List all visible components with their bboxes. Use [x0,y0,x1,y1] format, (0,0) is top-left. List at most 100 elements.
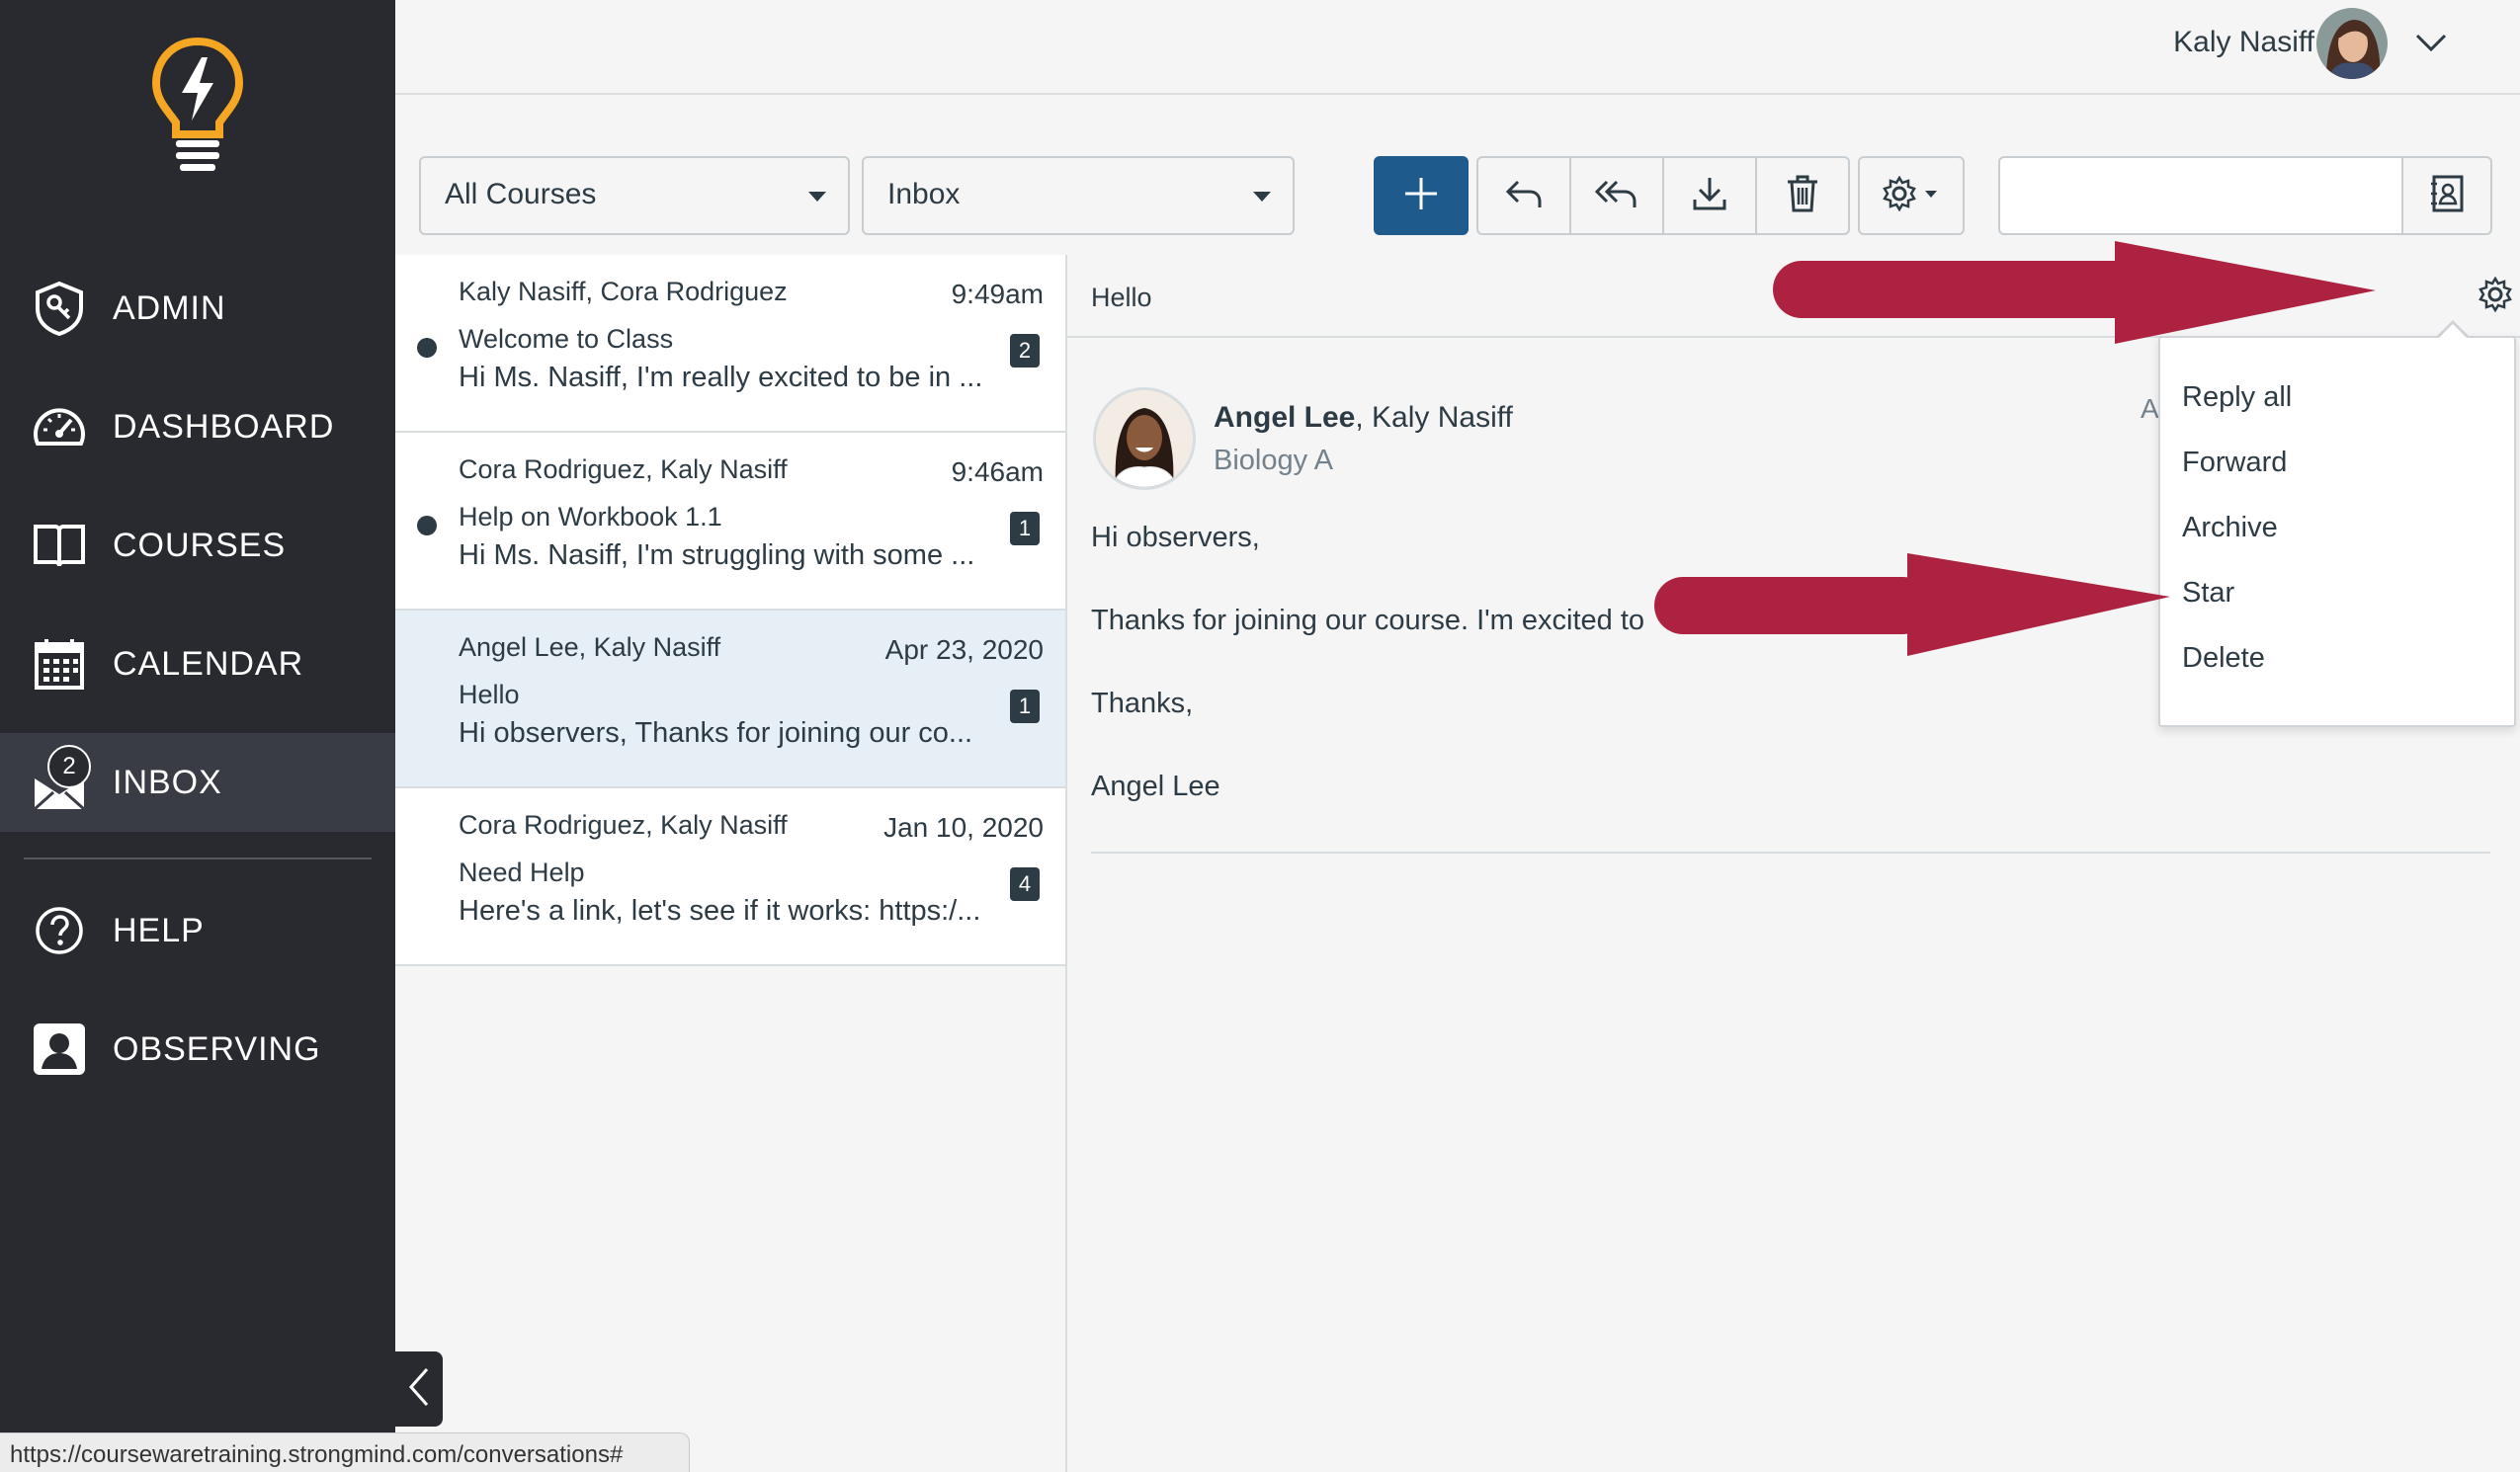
reply-button[interactable] [1476,156,1571,235]
dropdown-caret-icon [808,192,826,202]
reply-all-button[interactable] [1569,156,1664,235]
settings-icon [1882,175,1941,216]
nav-label-help: HELP [113,911,205,949]
nav-item-dashboard[interactable]: DASHBOARD [0,377,395,476]
archive-icon [1692,176,1727,216]
conversation-snippet: Hi Ms. Nasiff, I'm struggling with some … [459,539,975,571]
conversation-date: Jan 10, 2020 [883,812,1044,843]
nav-label-inbox: INBOX [113,763,222,801]
nav-item-help[interactable]: HELP [0,881,395,980]
admin-shield-icon [32,281,87,336]
conversation-date: 9:49am [951,279,1044,309]
conversation-snippet: Hi observers, Thanks for joining our co.… [459,717,973,749]
reply-icon [1504,178,1544,214]
mailbox-filter-select[interactable]: Inbox [862,156,1295,235]
menu-item-forward[interactable]: Forward [2182,447,2287,479]
menu-pointer-inner [2438,324,2468,339]
message-count-badge: 2 [1010,334,1040,368]
delete-icon [1786,175,1819,217]
mailbox-filter-value: Inbox [887,178,961,210]
conversation-item[interactable]: Kaly Nasiff, Cora Rodriguez 9:49am Welco… [395,255,1067,433]
user-name[interactable]: Kaly Nasiff [2173,26,2314,59]
collapse-nav-button[interactable] [395,1351,443,1427]
observer-icon [32,1022,87,1077]
conversation-participants: Cora Rodriguez, Kaly Nasiff [459,810,788,840]
conversation-snippet: Here's a link, let's see if it works: ht… [459,895,981,927]
sender-avatar [1093,387,1196,490]
annotation-arrow-to-star [1654,553,2170,656]
pane-divider [1065,255,1067,1472]
nav-label-calendar: CALENDAR [113,644,304,683]
menu-item-delete[interactable]: Delete [2182,642,2265,675]
message-count-badge: 1 [1010,690,1040,723]
user-avatar[interactable] [2316,8,2388,79]
conversation-subject: Help on Workbook 1.1 [459,502,722,532]
nav-label-dashboard: DASHBOARD [113,407,335,446]
message-count-badge: 1 [1010,512,1040,545]
conversation-item[interactable]: Cora Rodriguez, Kaly Nasiff Jan 10, 2020… [395,788,1067,966]
book-icon [32,518,87,573]
message-count-badge: 4 [1010,867,1040,901]
course-filter-select[interactable]: All Courses [419,156,850,235]
dropdown-caret-icon [1253,192,1271,202]
nav-item-calendar[interactable]: CALENDAR [0,614,395,713]
unread-dot-icon[interactable] [417,516,437,535]
nav-item-observing[interactable]: OBSERVING [0,1000,395,1099]
nav-label-courses: COURSES [113,526,287,564]
lightbulb-logo-icon[interactable] [148,36,247,174]
status-bar-url: https://coursewaretraining.strongmind.co… [0,1432,690,1472]
message-actions-menu: Reply all Forward Archive Star Delete [2158,336,2516,727]
archive-button[interactable] [1662,156,1757,235]
chevron-left-icon [407,1365,431,1414]
menu-item-star[interactable]: Star [2182,577,2234,610]
message-body-line: Thanks for joining our course. I'm excit… [1091,605,1645,636]
help-circle-icon [32,903,87,958]
conversation-subject: Hello [459,680,520,709]
delete-button[interactable] [1755,156,1850,235]
search-input[interactable] [1998,156,2403,235]
nav-item-courses[interactable]: COURSES [0,496,395,595]
nav-divider [24,858,372,859]
conversation-item[interactable]: Cora Rodriguez, Kaly Nasiff 9:46am Help … [395,433,1067,611]
calendar-icon [32,636,87,692]
unread-dot-icon[interactable] [417,338,437,358]
message-subject-bar: Hello [1067,255,2520,338]
message-date: A [2141,393,2159,424]
global-nav-sidebar: ADMIN DASHBOARD COURSES CALENDAR INBOX 2… [0,0,395,1472]
top-header: Kaly Nasiff [395,0,2520,95]
nav-label-observing: OBSERVING [113,1029,321,1068]
inbox-unread-badge: 2 [47,745,91,788]
course-filter-value: All Courses [445,178,597,210]
settings-icon [2476,275,2520,319]
message-from: Angel Lee, Kaly Nasiff [1214,401,1513,435]
chevron-down-icon[interactable] [2411,28,2451,57]
conversation-item-selected[interactable]: Angel Lee, Kaly Nasiff Apr 23, 2020 Hell… [395,611,1067,788]
message-body-line: Angel Lee [1091,771,1220,802]
message-settings-button[interactable] [2471,273,2520,320]
message-body-line: Hi observers, [1091,522,1260,553]
conversation-participants: Cora Rodriguez, Kaly Nasiff [459,454,788,484]
menu-item-reply-all[interactable]: Reply all [2182,381,2292,414]
settings-menu-button[interactable] [1858,156,1965,235]
speedometer-icon [32,399,87,454]
compose-icon [1403,176,1439,216]
reply-all-icon [1594,178,1638,214]
conversation-subject: Need Help [459,858,585,887]
address-book-button[interactable] [2401,156,2492,235]
conversation-participants: Kaly Nasiff, Cora Rodriguez [459,277,788,306]
address-book-icon [2429,174,2465,218]
conversation-date: 9:46am [951,456,1044,487]
conversation-date: Apr 23, 2020 [884,634,1044,665]
message-recipients: , Kaly Nasiff [1355,401,1513,434]
message-subject: Hello [1091,283,1152,312]
conversation-snippet: Hi Ms. Nasiff, I'm really excited to be … [459,362,983,393]
message-divider [1091,852,2490,854]
conversation-subject: Welcome to Class [459,324,674,354]
nav-item-admin[interactable]: ADMIN [0,259,395,358]
message-author[interactable]: Angel Lee [1214,401,1355,434]
message-course: Biology A [1214,445,1333,476]
nav-label-admin: ADMIN [113,288,226,327]
menu-item-archive[interactable]: Archive [2182,512,2278,544]
compose-button[interactable] [1374,156,1469,235]
message-body-line: Thanks, [1091,688,1194,719]
